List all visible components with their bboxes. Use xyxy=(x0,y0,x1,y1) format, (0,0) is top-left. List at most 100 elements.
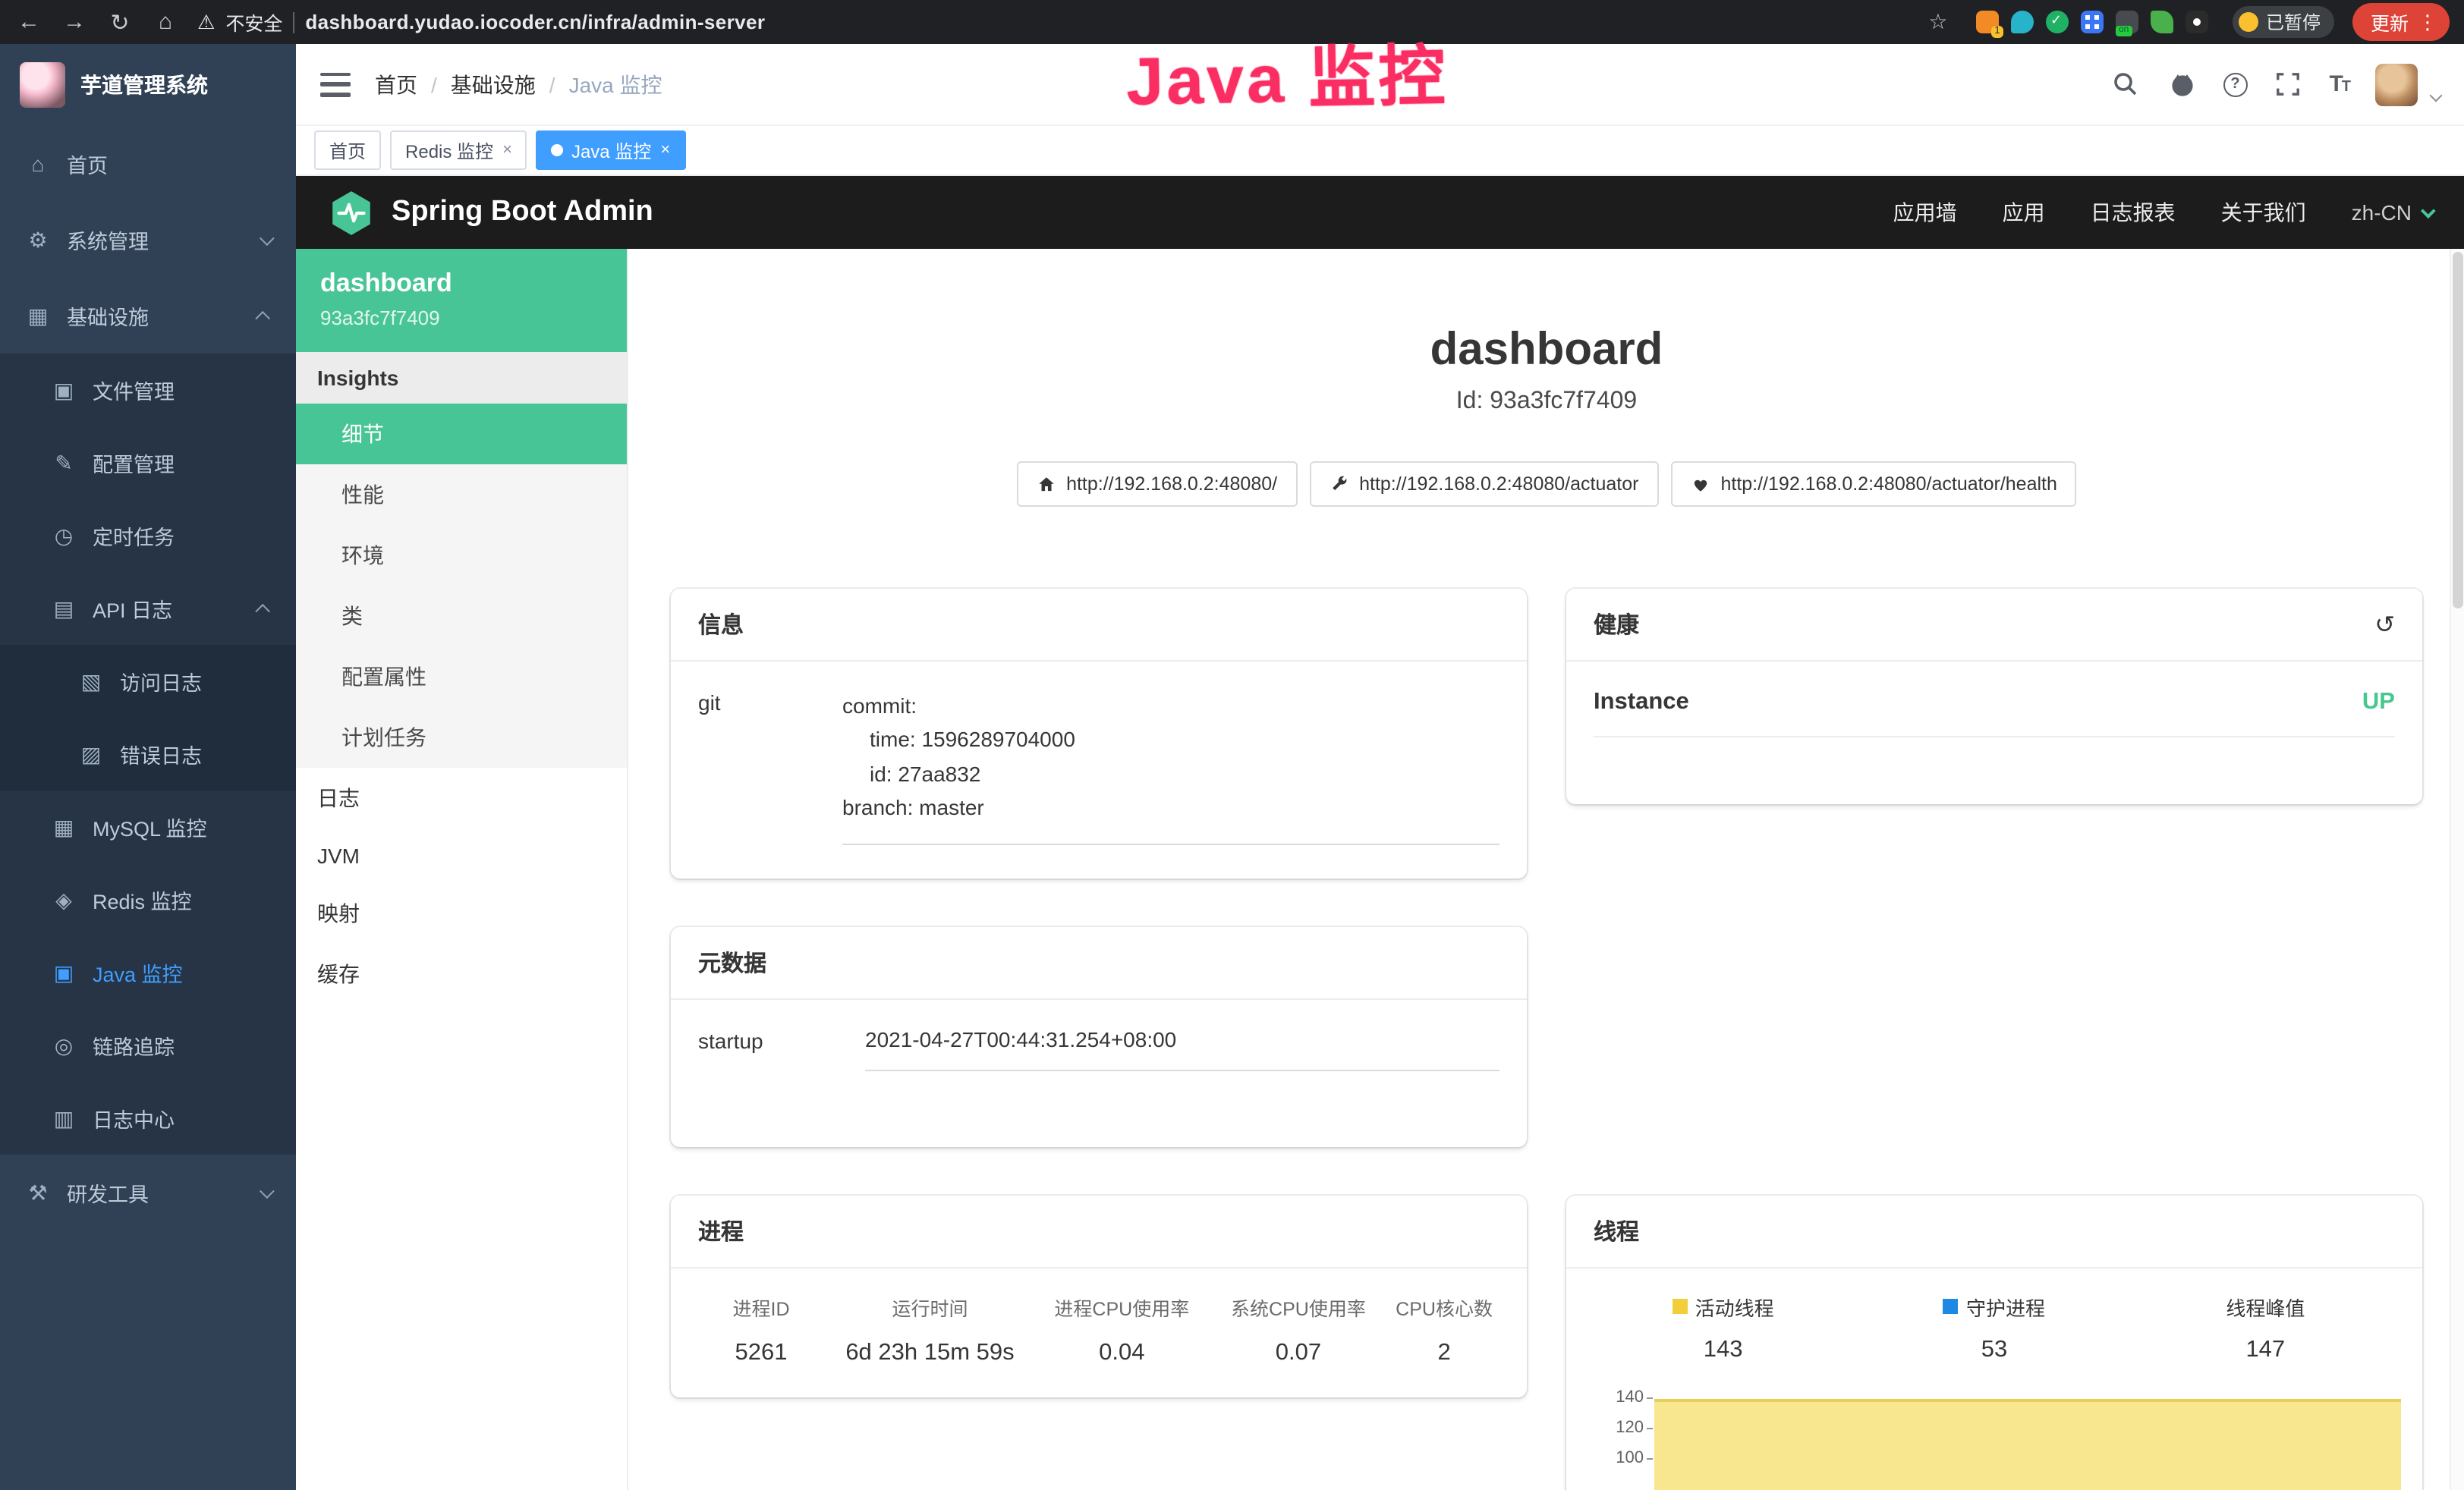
service-url-link[interactable]: http://192.168.0.2:48080/ xyxy=(1016,461,1297,507)
sidebar-item-scheduled-tasks[interactable]: ◷ 定时任务 xyxy=(0,499,296,572)
active-threads-value: 143 xyxy=(1588,1336,1858,1363)
legend-label: 线程峰值 xyxy=(2226,1292,2305,1321)
font-size-icon[interactable]: TT xyxy=(2329,71,2349,97)
insights-item-metrics[interactable]: 性能 xyxy=(296,464,627,525)
health-url-link[interactable]: http://192.168.0.2:48080/actuator/health xyxy=(1670,461,2076,507)
chevron-up-icon xyxy=(255,603,270,618)
legend-label: 活动线程 xyxy=(1695,1292,1774,1321)
insights-section-label: Insights xyxy=(296,352,627,404)
sidebar-item-access-logs[interactable]: ▧ 访问日志 xyxy=(0,645,296,718)
sba-nav-journal[interactable]: 日志报表 xyxy=(2091,197,2176,228)
health-card-title: 健康 xyxy=(1594,608,1639,640)
sidebar-item-label: MySQL 监控 xyxy=(93,812,207,842)
tab-java-monitor[interactable]: Java 监控 × xyxy=(537,130,685,170)
sidebar-item-file-management[interactable]: ▣ 文件管理 xyxy=(0,354,296,426)
breadcrumb-infrastructure[interactable]: 基础设施 xyxy=(451,69,536,99)
sidebar-item-redis-monitor[interactable]: ◈ Redis 监控 xyxy=(0,863,296,936)
sidebar-item-error-logs[interactable]: ▨ 错误日志 xyxy=(0,718,296,791)
actuator-url-link[interactable]: http://192.168.0.2:48080/actuator xyxy=(1309,461,1658,507)
insights-item-classes[interactable]: 类 xyxy=(296,586,627,646)
info-card-body: git commit: time: 1596289704000 id: 27aa… xyxy=(671,662,1527,878)
hamburger-icon[interactable] xyxy=(320,72,351,96)
sidebar-item-jvm[interactable]: JVM xyxy=(296,828,627,883)
breadcrumb-home[interactable]: 首页 xyxy=(375,69,417,99)
close-icon[interactable]: × xyxy=(660,141,670,159)
mysql-icon: ▦ xyxy=(52,814,76,840)
trace-icon: ◎ xyxy=(52,1033,76,1058)
threads-chart-plot xyxy=(1654,1385,2401,1490)
extension-icon-3[interactable] xyxy=(2046,11,2069,33)
security-label[interactable]: 不安全 xyxy=(225,8,282,36)
sidebar-item-label: Java 监控 xyxy=(93,957,183,988)
sidebar-item-infrastructure[interactable]: ▦ 基础设施 xyxy=(0,278,296,354)
threads-chart-y-axis: 140 120 100 xyxy=(1588,1385,1654,1490)
avatar-caret-icon[interactable] xyxy=(2430,89,2443,102)
sidebar-item-trace[interactable]: ◎ 链路追踪 xyxy=(0,1009,296,1082)
sidebar-item-caches[interactable]: 缓存 xyxy=(296,944,627,1004)
sidebar-item-api-logs[interactable]: ▤ API 日志 xyxy=(0,572,296,645)
instance-name: dashboard xyxy=(320,269,603,299)
insights-item-config-props[interactable]: 配置属性 xyxy=(296,646,627,707)
metadata-card: 元数据 startup 2021-04-27T00:44:31.254+08:0… xyxy=(671,926,1527,1146)
history-icon[interactable]: ↺ xyxy=(2374,609,2395,640)
browser-home-icon[interactable]: ⌂ xyxy=(152,9,179,35)
sidebar-item-log-center[interactable]: ▥ 日志中心 xyxy=(0,1082,296,1155)
sba-locale-select[interactable]: zh-CN xyxy=(2352,200,2431,225)
tabs-bar: 首页 Redis 监控 × Java 监控 × xyxy=(296,126,2464,176)
address-bar[interactable]: ⚠ 不安全 dashboard.yudao.iocoder.cn/infra/a… xyxy=(197,8,1906,36)
tab-home[interactable]: 首页 xyxy=(314,130,381,170)
metadata-card-title: 元数据 xyxy=(698,946,766,978)
threads-card-header: 线程 xyxy=(1566,1195,2422,1268)
insights-item-scheduled-tasks[interactable]: 计划任务 xyxy=(296,707,627,768)
user-avatar[interactable] xyxy=(2375,63,2418,105)
update-button[interactable]: 更新 ⋮ xyxy=(2352,3,2450,41)
sba-nav-about[interactable]: 关于我们 xyxy=(2221,197,2306,228)
peak-threads-value: 147 xyxy=(2130,1336,2401,1363)
help-icon[interactable]: ? xyxy=(2223,72,2247,96)
sidebar-item-mappings[interactable]: 映射 xyxy=(296,883,627,944)
extension-icon-7[interactable] xyxy=(2186,11,2208,33)
github-icon[interactable] xyxy=(2167,69,2197,99)
browser-menu-icon[interactable]: ⋮ xyxy=(2418,10,2437,34)
sidebar-item-logs[interactable]: 日志 xyxy=(296,768,627,828)
sidebar-item-label: 基础设施 xyxy=(67,300,149,331)
extension-icon-4[interactable] xyxy=(2081,11,2104,33)
process-value-uptime: 6d 23h 15m 59s xyxy=(830,1339,1030,1366)
extension-icon-6[interactable] xyxy=(2151,11,2173,33)
extension-icon-1[interactable] xyxy=(1976,11,1999,33)
extensions-area xyxy=(1976,11,2208,33)
content-scrollbar[interactable] xyxy=(2450,249,2464,1490)
extension-icon-5[interactable] xyxy=(2116,11,2138,33)
health-instance-row: Instance UP xyxy=(1594,689,2395,737)
sba-nav-applications[interactable]: 应用 xyxy=(2003,197,2045,228)
extension-icon-2[interactable] xyxy=(2011,11,2034,33)
process-value-process-cpu: 0.04 xyxy=(1030,1339,1214,1366)
bookmark-star-icon[interactable]: ☆ xyxy=(1924,9,1952,35)
sidebar-item-home[interactable]: ⌂ 首页 xyxy=(0,126,296,202)
main-column: 首页 / 基础设施 / Java 监控 ? xyxy=(296,44,2464,1490)
forward-icon[interactable]: → xyxy=(61,9,88,35)
sidebar-item-mysql-monitor[interactable]: ▦ MySQL 监控 xyxy=(0,791,296,863)
sidebar-item-config-management[interactable]: ✎ 配置管理 xyxy=(0,426,296,499)
search-icon[interactable] xyxy=(2110,69,2141,99)
reload-icon[interactable]: ↻ xyxy=(106,8,134,36)
heartbeat-icon xyxy=(1690,474,1710,494)
sidebar-item-system-management[interactable]: ⚙ 系统管理 xyxy=(0,202,296,278)
app-topbar: 首页 / 基础设施 / Java 监控 ? xyxy=(296,44,2464,126)
sba-nav-wallboard[interactable]: 应用墙 xyxy=(1893,197,1957,228)
url-text[interactable]: dashboard.yudao.iocoder.cn/infra/admin-s… xyxy=(305,11,765,33)
instance-header[interactable]: dashboard 93a3fc7f7409 xyxy=(296,249,627,352)
insights-item-environment[interactable]: 环境 xyxy=(296,525,627,586)
paused-badge[interactable]: 已暂停 xyxy=(2233,6,2334,38)
app-logo[interactable]: 芋道管理系统 xyxy=(0,44,296,126)
fullscreen-icon[interactable] xyxy=(2273,69,2303,99)
sidebar-item-java-monitor[interactable]: ▣ Java 监控 xyxy=(0,936,296,1009)
chevron-up-icon xyxy=(255,310,270,325)
scrollbar-thumb[interactable] xyxy=(2453,252,2463,608)
sidebar-item-devtools[interactable]: ⚒ 研发工具 xyxy=(0,1155,296,1231)
sba-brand[interactable]: Spring Boot Admin xyxy=(392,196,653,229)
tab-redis-monitor[interactable]: Redis 监控 × xyxy=(390,130,527,170)
insights-item-details[interactable]: 细节 xyxy=(296,404,627,464)
close-icon[interactable]: × xyxy=(502,141,512,159)
back-icon[interactable]: ← xyxy=(15,9,42,35)
